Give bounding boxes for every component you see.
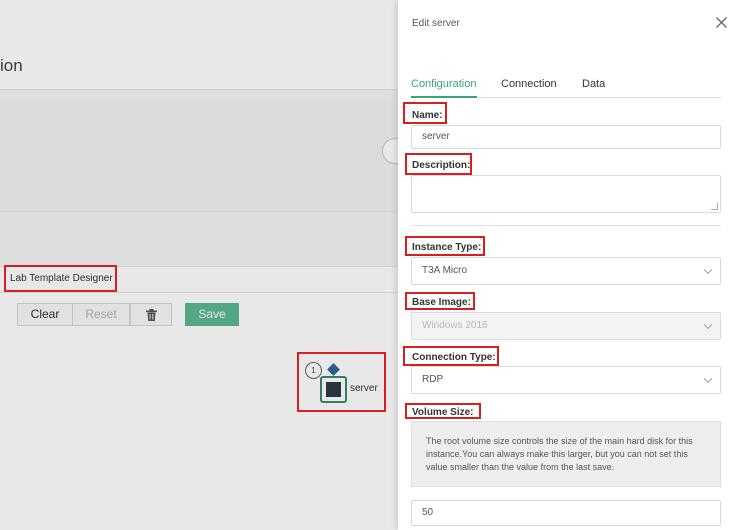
resize-handle[interactable] bbox=[711, 203, 718, 210]
active-tab-indicator bbox=[411, 96, 477, 98]
base-image-select: Windows 2016 bbox=[411, 312, 721, 340]
name-field[interactable]: server bbox=[411, 125, 721, 149]
instance-type-value: T3A Micro bbox=[422, 265, 468, 276]
close-button[interactable] bbox=[713, 14, 729, 30]
tab-bar: Configuration Connection Data bbox=[411, 72, 721, 98]
base-image-value: Windows 2016 bbox=[422, 320, 488, 331]
annotation-box-connection-type bbox=[403, 346, 499, 366]
annotation-box-name bbox=[403, 102, 447, 124]
annotation-box-volume-size bbox=[405, 403, 481, 419]
tab-configuration[interactable]: Configuration bbox=[411, 78, 476, 90]
annotation-box-description bbox=[405, 153, 472, 175]
panel-title: Edit server bbox=[412, 18, 460, 29]
annotation-box-base-image bbox=[405, 292, 475, 310]
annotation-box-instance-type bbox=[405, 236, 485, 256]
description-field[interactable] bbox=[411, 175, 721, 213]
edit-server-panel: Edit server Configuration Connection Dat… bbox=[398, 0, 736, 530]
close-icon bbox=[715, 17, 727, 28]
annotation-box-node bbox=[297, 352, 386, 412]
tab-data[interactable]: Data bbox=[582, 78, 605, 90]
volume-size-info: The root volume size controls the size o… bbox=[411, 421, 721, 487]
section-divider bbox=[411, 225, 721, 226]
connection-type-select[interactable]: RDP bbox=[411, 366, 721, 394]
annotation-box-designer bbox=[4, 265, 117, 292]
instance-type-select[interactable]: T3A Micro bbox=[411, 257, 721, 285]
tab-connection[interactable]: Connection bbox=[501, 78, 557, 90]
connection-type-value: RDP bbox=[422, 374, 444, 385]
volume-size-field[interactable]: 50 bbox=[411, 500, 721, 526]
